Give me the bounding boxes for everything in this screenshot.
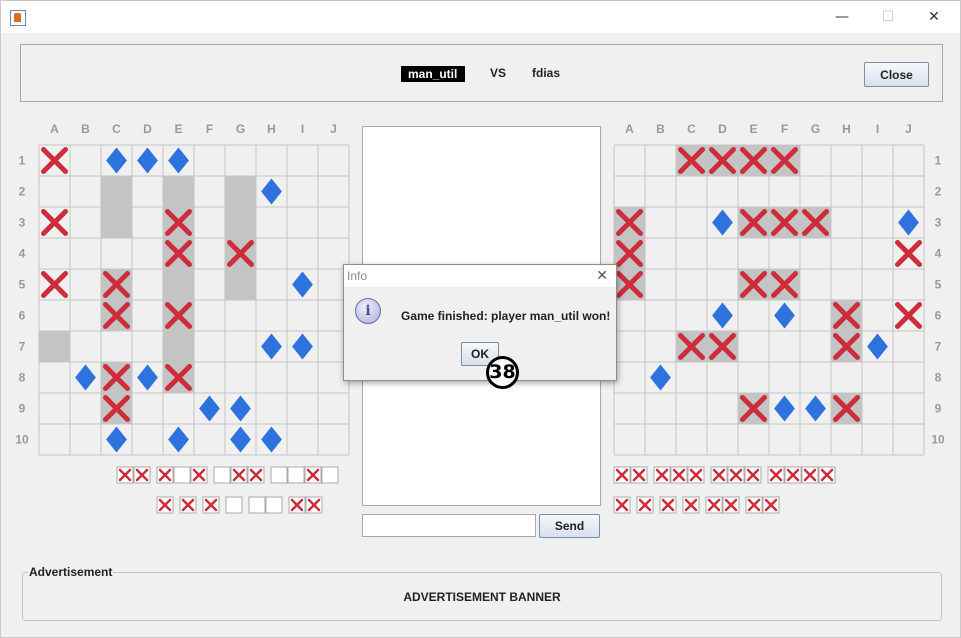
left-row-label: 9 [19,402,26,416]
right-column-label: D [718,122,727,136]
left-ship-cell [163,176,194,207]
left-row-label: 2 [19,185,26,199]
dialog-title: Info [347,269,368,283]
left-row-label: 5 [19,278,26,292]
left-column-label: H [267,122,276,136]
left-fleet-cell [321,466,339,484]
right-column-label: A [625,122,634,136]
left-ship-cell [163,331,194,362]
left-column-label: B [81,122,90,136]
left-ship-cell [101,207,132,238]
left-fleet-cell [265,496,283,514]
left-column-label: C [112,122,121,136]
left-row-label: 8 [19,371,26,385]
info-dialog: Info ✕ i Game finished: player man_util … [343,264,617,381]
right-row-label: 1 [935,154,942,168]
send-button[interactable]: Send [539,514,600,538]
left-column-label: A [50,122,59,136]
right-column-label: J [905,122,912,136]
right-row-label: 9 [935,402,942,416]
info-icon: i [355,298,381,324]
left-column-label: J [330,122,337,136]
left-row-label: 10 [15,433,29,447]
right-column-label: B [656,122,665,136]
advertisement-legend: Advertisement [28,565,114,579]
left-column-label: I [301,122,304,136]
right-column-label: F [781,122,788,136]
left-row-label: 7 [19,340,26,354]
left-ship-cell [225,176,256,207]
left-column-label: E [174,122,182,136]
step-badge: 38 [486,356,519,389]
left-row-label: 1 [19,154,26,168]
left-fleet-cell [173,466,191,484]
left-fleet-cell [270,466,288,484]
right-column-label: I [876,122,879,136]
left-row-label: 4 [19,247,26,261]
right-row-label: 7 [935,340,942,354]
right-row-label: 6 [935,309,942,323]
right-column-label: E [749,122,757,136]
right-column-label: H [842,122,851,136]
right-column-label: C [687,122,696,136]
left-row-label: 3 [19,216,26,230]
chat-input[interactable] [362,514,536,537]
left-ship-cell [39,331,70,362]
left-column-label: G [236,122,245,136]
left-ship-cell [101,176,132,207]
right-row-label: 10 [931,433,945,447]
left-fleet-cell [213,466,231,484]
left-column-label: F [206,122,213,136]
right-column-label: G [811,122,820,136]
right-row-label: 4 [935,247,942,261]
left-ship-cell [163,269,194,300]
left-ship-cell [225,269,256,300]
right-row-label: 3 [935,216,942,230]
left-row-label: 6 [19,309,26,323]
right-row-label: 8 [935,371,942,385]
dialog-title-bar: Info ✕ [344,265,616,287]
advertisement-banner[interactable]: ADVERTISEMENT BANNER [22,590,942,604]
left-column-label: D [143,122,152,136]
left-fleet-cell [287,466,305,484]
left-fleet-cell [225,496,243,514]
dialog-message: Game finished: player man_util won! [401,309,611,323]
dialog-close-icon[interactable]: ✕ [596,265,608,287]
left-ship-cell [225,207,256,238]
right-row-label: 5 [935,278,942,292]
left-fleet-cell [248,496,266,514]
right-row-label: 2 [935,185,942,199]
